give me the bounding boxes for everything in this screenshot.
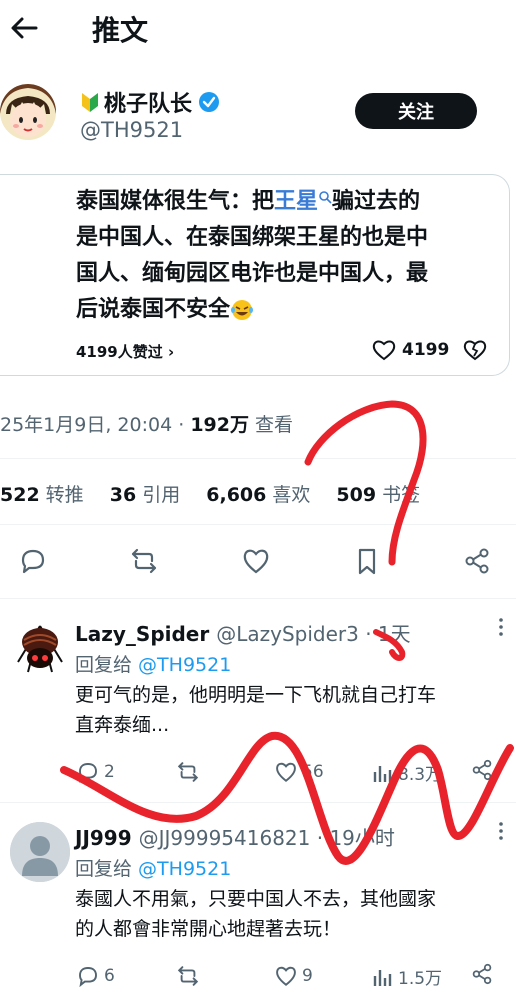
bookmarks-stat[interactable]: 509 书签 — [336, 484, 420, 506]
beginner-leaf-icon — [82, 93, 98, 112]
reply-views[interactable]: 8.3万 — [372, 760, 442, 785]
more-icon[interactable] — [494, 820, 508, 842]
reply-avatar-default[interactable] — [10, 822, 70, 882]
divider — [0, 524, 516, 525]
reply-text: 泰國人不用氣，只要中国人不去，其他國家 的人都會非常開心地趕著去玩！ — [75, 888, 437, 940]
likes-stat[interactable]: 6,606 喜欢 — [206, 484, 310, 506]
like-icon[interactable] — [241, 546, 271, 576]
author-handle: @TH9521 — [80, 118, 184, 142]
reply-author[interactable]: Lazy_Spider @LazySpider3 · 1天 — [75, 618, 411, 647]
divider — [0, 802, 516, 803]
reply-text: 更可气的是，他明明是一下飞机就自己打车 直奔泰缅... — [75, 684, 437, 736]
reply-like-button[interactable]: 9 — [274, 964, 313, 988]
reply-to-line: 回复给 @TH9521 — [75, 858, 232, 880]
tweet-timestamp: 25年1月9日, 20:04 · 192万 查看 — [0, 414, 294, 436]
divider — [0, 458, 516, 459]
heart-icon — [276, 966, 296, 987]
top-bar: 推文 — [0, 0, 516, 60]
retweet-icon — [177, 762, 199, 782]
heart-icon — [276, 762, 296, 783]
reply-to-link[interactable]: @TH9521 — [138, 858, 231, 880]
retweet-icon[interactable] — [129, 546, 159, 576]
follow-button[interactable]: 关注 — [355, 93, 477, 129]
reply-avatar[interactable] — [10, 616, 70, 676]
views-icon — [373, 765, 392, 782]
reply-to-line: 回复给 @TH9521 — [75, 654, 232, 676]
broken-heart-icon[interactable] — [463, 339, 487, 361]
reply-comment-button[interactable]: 6 — [76, 964, 115, 988]
bookmark-icon[interactable] — [352, 546, 382, 576]
laughing-crying-emoji-icon — [231, 300, 254, 320]
heart-icon — [372, 340, 396, 361]
share-icon[interactable] — [470, 962, 494, 986]
search-icon — [319, 191, 332, 204]
quote-likers-link[interactable]: 4199人赞过 › — [76, 341, 174, 362]
reply-to-link[interactable]: @TH9521 — [138, 654, 231, 676]
more-icon[interactable] — [494, 616, 508, 638]
back-arrow-icon[interactable] — [8, 12, 40, 44]
share-icon[interactable] — [470, 758, 494, 782]
tweet-stats: 522 转推 36 引用 6,606 喜欢 509 书签 — [0, 480, 440, 507]
reply-icon — [79, 763, 97, 784]
search-link[interactable]: 王星 — [274, 189, 318, 214]
share-icon[interactable] — [462, 546, 492, 576]
reply-author[interactable]: JJ999 @JJ99995416821 · 19小时 — [75, 822, 395, 851]
reply-comment-button[interactable]: 2 — [76, 760, 115, 784]
views-icon — [373, 969, 392, 986]
author-avatar[interactable] — [0, 84, 56, 140]
quote-text: 泰国媒体很生气：把王星 骗过去的 是中国人、在泰国绑架王星的也是中 国人、缅甸园区… — [76, 189, 429, 322]
quotes-stat[interactable]: 36 引用 — [110, 484, 180, 506]
reply-views[interactable]: 1.5万 — [372, 964, 442, 989]
quote-like-count[interactable]: 4199 — [372, 339, 449, 361]
reply-icon[interactable] — [18, 546, 48, 576]
retweet-icon — [177, 966, 199, 986]
page-title: 推文 — [92, 14, 149, 47]
reply-retweet-button[interactable] — [176, 964, 204, 988]
verified-badge-icon — [199, 92, 220, 112]
reply-icon — [79, 967, 97, 988]
reply-like-button[interactable]: 56 — [274, 760, 324, 784]
reply-retweet-button[interactable] — [176, 760, 204, 784]
divider — [0, 598, 516, 599]
retweets-stat[interactable]: 522 转推 — [0, 484, 84, 506]
author-name[interactable]: 桃子队长 — [80, 86, 220, 118]
